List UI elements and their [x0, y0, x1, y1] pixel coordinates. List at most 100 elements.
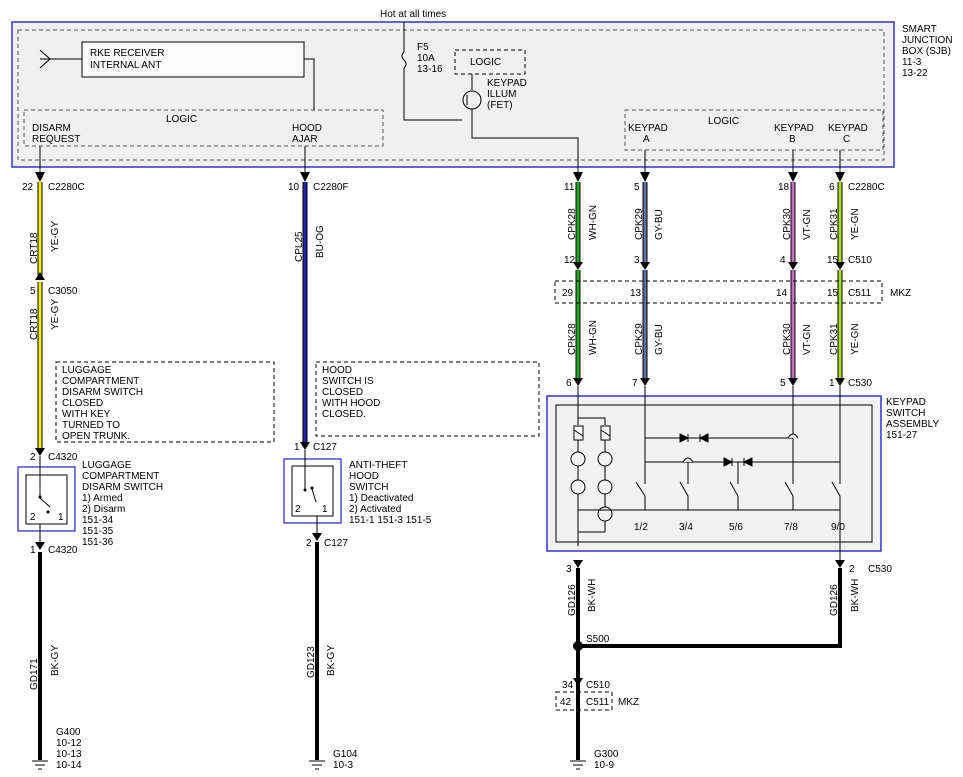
- switch-icon: [311, 488, 317, 503]
- svg-text:CLOSED: CLOSED: [62, 398, 103, 409]
- svg-text:ILLUM: ILLUM: [487, 89, 516, 100]
- svg-text:REQUEST: REQUEST: [32, 134, 80, 145]
- svg-text:A: A: [643, 134, 650, 145]
- svg-text:2) Activated: 2) Activated: [349, 504, 401, 515]
- svg-text:3: 3: [634, 255, 640, 266]
- svg-text:CRT18: CRT18: [29, 308, 40, 340]
- svg-text:BK-GY: BK-GY: [326, 645, 337, 676]
- svg-text:C4320: C4320: [48, 452, 78, 463]
- svg-text:3: 3: [566, 564, 572, 575]
- svg-text:VT-GN: VT-GN: [802, 324, 813, 355]
- svg-text:5: 5: [634, 182, 640, 193]
- svg-text:WH-GN: WH-GN: [588, 320, 599, 355]
- ground-icon: [309, 760, 325, 770]
- svg-text:2: 2: [30, 512, 36, 523]
- luggage-switch-frame: [17, 466, 76, 532]
- svg-text:3/4: 3/4: [679, 522, 693, 533]
- svg-text:JUNCTION: JUNCTION: [902, 35, 953, 46]
- svg-text:GY-BU: GY-BU: [654, 324, 665, 355]
- luggage-note: LUGGAGE COMPARTMENT DISARM SWITCH CLOSED…: [62, 365, 143, 442]
- svg-text:C510: C510: [848, 255, 872, 266]
- svg-text:1: 1: [322, 504, 328, 515]
- svg-text:C3050: C3050: [48, 286, 78, 297]
- svg-text:18: 18: [778, 182, 790, 193]
- ground-g400: G400 10-12 10-13 10-14: [56, 727, 82, 771]
- svg-text:CPK30: CPK30: [782, 323, 793, 355]
- svg-text:SWITCH: SWITCH: [349, 482, 388, 493]
- hood-note: HOOD SWITCH IS CLOSED WITH HOOD CLOSED.: [322, 365, 380, 420]
- svg-text:COMPARTMENT: COMPARTMENT: [62, 376, 139, 387]
- svg-text:G300: G300: [594, 749, 619, 760]
- svg-text:5: 5: [30, 286, 36, 297]
- svg-text:6: 6: [829, 182, 835, 193]
- logic-right-label: LOGIC: [708, 116, 739, 127]
- svg-text:12: 12: [564, 255, 576, 266]
- svg-text:B: B: [789, 134, 796, 145]
- svg-text:151-36: 151-36: [82, 537, 114, 548]
- svg-text:KEYPAD: KEYPAD: [886, 397, 926, 408]
- svg-text:10-3: 10-3: [333, 760, 353, 771]
- ground-icon: [32, 760, 48, 770]
- svg-text:CLOSED.: CLOSED.: [322, 409, 366, 420]
- logic-small-label: LOGIC: [470, 57, 501, 68]
- svg-text:1) Armed: 1) Armed: [82, 493, 123, 504]
- svg-text:CPK31: CPK31: [829, 323, 840, 355]
- svg-text:CPK28: CPK28: [567, 323, 578, 355]
- svg-text:VT-GN: VT-GN: [802, 209, 813, 240]
- svg-text:GD126: GD126: [567, 584, 578, 616]
- svg-text:COMPARTMENT: COMPARTMENT: [82, 471, 159, 482]
- svg-text:C2280F: C2280F: [313, 182, 349, 193]
- svg-text:MKZ: MKZ: [618, 697, 639, 708]
- svg-text:2: 2: [306, 538, 312, 549]
- svg-text:2: 2: [849, 564, 855, 575]
- circuit-cpk29: CPK29: [634, 208, 645, 240]
- logic-left-label: LOGIC: [166, 114, 197, 125]
- svg-text:C530: C530: [848, 378, 872, 389]
- svg-text:HOOD: HOOD: [292, 123, 322, 134]
- splice-s500: [573, 641, 583, 651]
- svg-text:KEYPAD: KEYPAD: [828, 123, 868, 134]
- svg-text:C2280C: C2280C: [848, 182, 885, 193]
- svg-text:CLOSED: CLOSED: [322, 387, 363, 398]
- svg-text:WITH KEY: WITH KEY: [62, 409, 111, 420]
- svg-text:HOOD: HOOD: [322, 365, 352, 376]
- svg-text:13-16: 13-16: [417, 64, 443, 75]
- svg-text:KEYPAD: KEYPAD: [628, 123, 668, 134]
- ground-icon: [570, 760, 586, 770]
- svg-text:C127: C127: [324, 538, 348, 549]
- ground-g104: G104 10-3: [333, 749, 358, 771]
- svg-text:GD123: GD123: [306, 646, 317, 678]
- svg-text:G104: G104: [333, 749, 358, 760]
- svg-text:11: 11: [564, 182, 575, 193]
- svg-text:C510: C510: [586, 680, 610, 691]
- keypad-assembly-label: KEYPAD SWITCH ASSEMBLY 151-27: [886, 397, 939, 441]
- svg-text:13-22: 13-22: [902, 68, 928, 79]
- svg-text:GY-BU: GY-BU: [654, 209, 665, 240]
- svg-text:C127: C127: [313, 442, 337, 453]
- sjb-label: SMART JUNCTION BOX (SJB) 11-3 13-22: [902, 24, 953, 79]
- svg-text:BK-WH: BK-WH: [587, 579, 598, 612]
- svg-text:TURNED TO: TURNED TO: [62, 420, 120, 431]
- svg-text:LUGGAGE: LUGGAGE: [82, 460, 132, 471]
- svg-text:(FET): (FET): [487, 100, 513, 111]
- svg-text:2: 2: [30, 452, 36, 463]
- svg-text:C530: C530: [868, 564, 892, 575]
- svg-text:2: 2: [295, 504, 301, 515]
- svg-text:1/2: 1/2: [634, 522, 648, 533]
- svg-text:G400: G400: [56, 727, 81, 738]
- svg-text:13: 13: [630, 288, 642, 299]
- svg-text:5/6: 5/6: [729, 522, 743, 533]
- svg-text:151-35: 151-35: [82, 526, 114, 537]
- svg-text:BK-GY: BK-GY: [50, 645, 61, 676]
- svg-text:BOX (SJB): BOX (SJB): [902, 46, 951, 57]
- circuit-cpl25: CPL25: [294, 231, 305, 262]
- svg-text:C511: C511: [586, 697, 610, 708]
- circuit-crt18: CRT18: [29, 232, 40, 264]
- circuit-cpk28: CPK28: [567, 208, 578, 240]
- svg-text:OPEN TRUNK.: OPEN TRUNK.: [62, 431, 130, 442]
- circuit-cpk30: CPK30: [782, 208, 793, 240]
- svg-text:YE-GY: YE-GY: [50, 299, 61, 330]
- svg-text:22: 22: [22, 182, 34, 193]
- svg-text:WH-GN: WH-GN: [588, 205, 599, 240]
- svg-text:INTERNAL ANT: INTERNAL ANT: [90, 60, 161, 71]
